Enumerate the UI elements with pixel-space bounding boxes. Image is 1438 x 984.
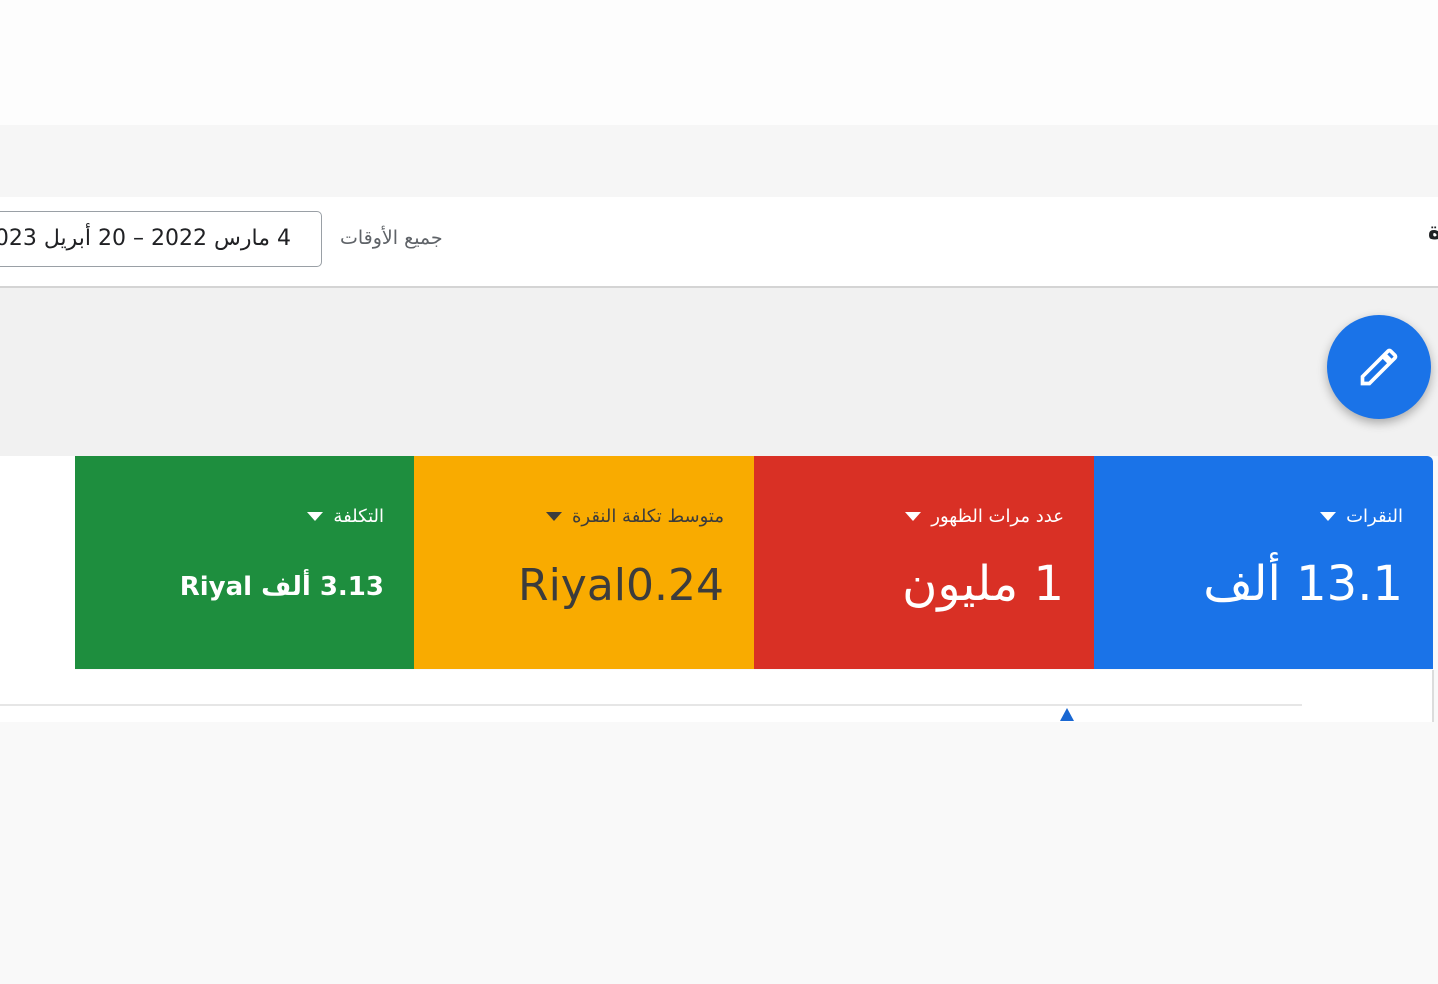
- metric-card-avg-cpc[interactable]: متوسط تكلفة النقرة Riyal0.24: [414, 456, 754, 669]
- metric-label-avg-cpc[interactable]: متوسط تكلفة النقرة: [545, 506, 724, 527]
- metric-label-clicks[interactable]: النقرات: [1320, 506, 1403, 527]
- caret-down-icon: [545, 512, 562, 521]
- metric-label-impressions[interactable]: عدد مرات الظهور: [905, 506, 1064, 527]
- caret-down-icon: [905, 512, 922, 521]
- chart-baseline: [0, 704, 1302, 706]
- date-range-text: 4 مارس 2022 – 20 أبريل 2023: [0, 226, 291, 251]
- chart-right-border: [1432, 670, 1434, 722]
- filter-bar: ة جميع الأوقات 4 مارس 2022 – 20 أبريل 20…: [0, 197, 1438, 288]
- page: ة جميع الأوقات 4 مارس 2022 – 20 أبريل 20…: [0, 0, 1438, 984]
- metric-label-text: النقرات: [1346, 506, 1403, 527]
- metric-card-cost[interactable]: التكلفة 3.13 ألف Riyal: [75, 456, 414, 669]
- metric-card-impressions[interactable]: عدد مرات الظهور 1 مليون: [754, 456, 1094, 669]
- scorecard-spacer: [0, 456, 75, 670]
- date-range-picker[interactable]: 4 مارس 2022 – 20 أبريل 2023: [0, 211, 322, 267]
- metric-label-text: عدد مرات الظهور: [931, 506, 1064, 527]
- chart-area: [0, 670, 1434, 722]
- caret-down-icon: [307, 512, 324, 521]
- period-label: جميع الأوقات: [340, 227, 443, 249]
- metric-label-cost[interactable]: التكلفة: [307, 506, 384, 527]
- metric-value-cost: 3.13 ألف Riyal: [179, 572, 384, 602]
- top-blank-area: [0, 0, 1438, 125]
- metric-label-text: متوسط تكلفة النقرة: [571, 506, 724, 527]
- metric-card-clicks[interactable]: النقرات 13.1 ألف: [1094, 456, 1433, 669]
- pencil-icon: [1360, 348, 1398, 386]
- page-title-fragment: ة: [1427, 217, 1438, 245]
- chart-marker-icon[interactable]: [1060, 708, 1074, 721]
- metric-value-clicks: 13.1 ألف: [1203, 556, 1403, 612]
- metric-value-avg-cpc: Riyal0.24: [518, 560, 724, 611]
- header-band: [0, 125, 1438, 197]
- metric-label-text: التكلفة: [333, 506, 384, 527]
- metric-value-impressions: 1 مليون: [902, 556, 1064, 612]
- caret-down-icon: [1320, 512, 1337, 521]
- edit-fab-button[interactable]: [1327, 315, 1431, 419]
- toolbar-area: [0, 288, 1438, 456]
